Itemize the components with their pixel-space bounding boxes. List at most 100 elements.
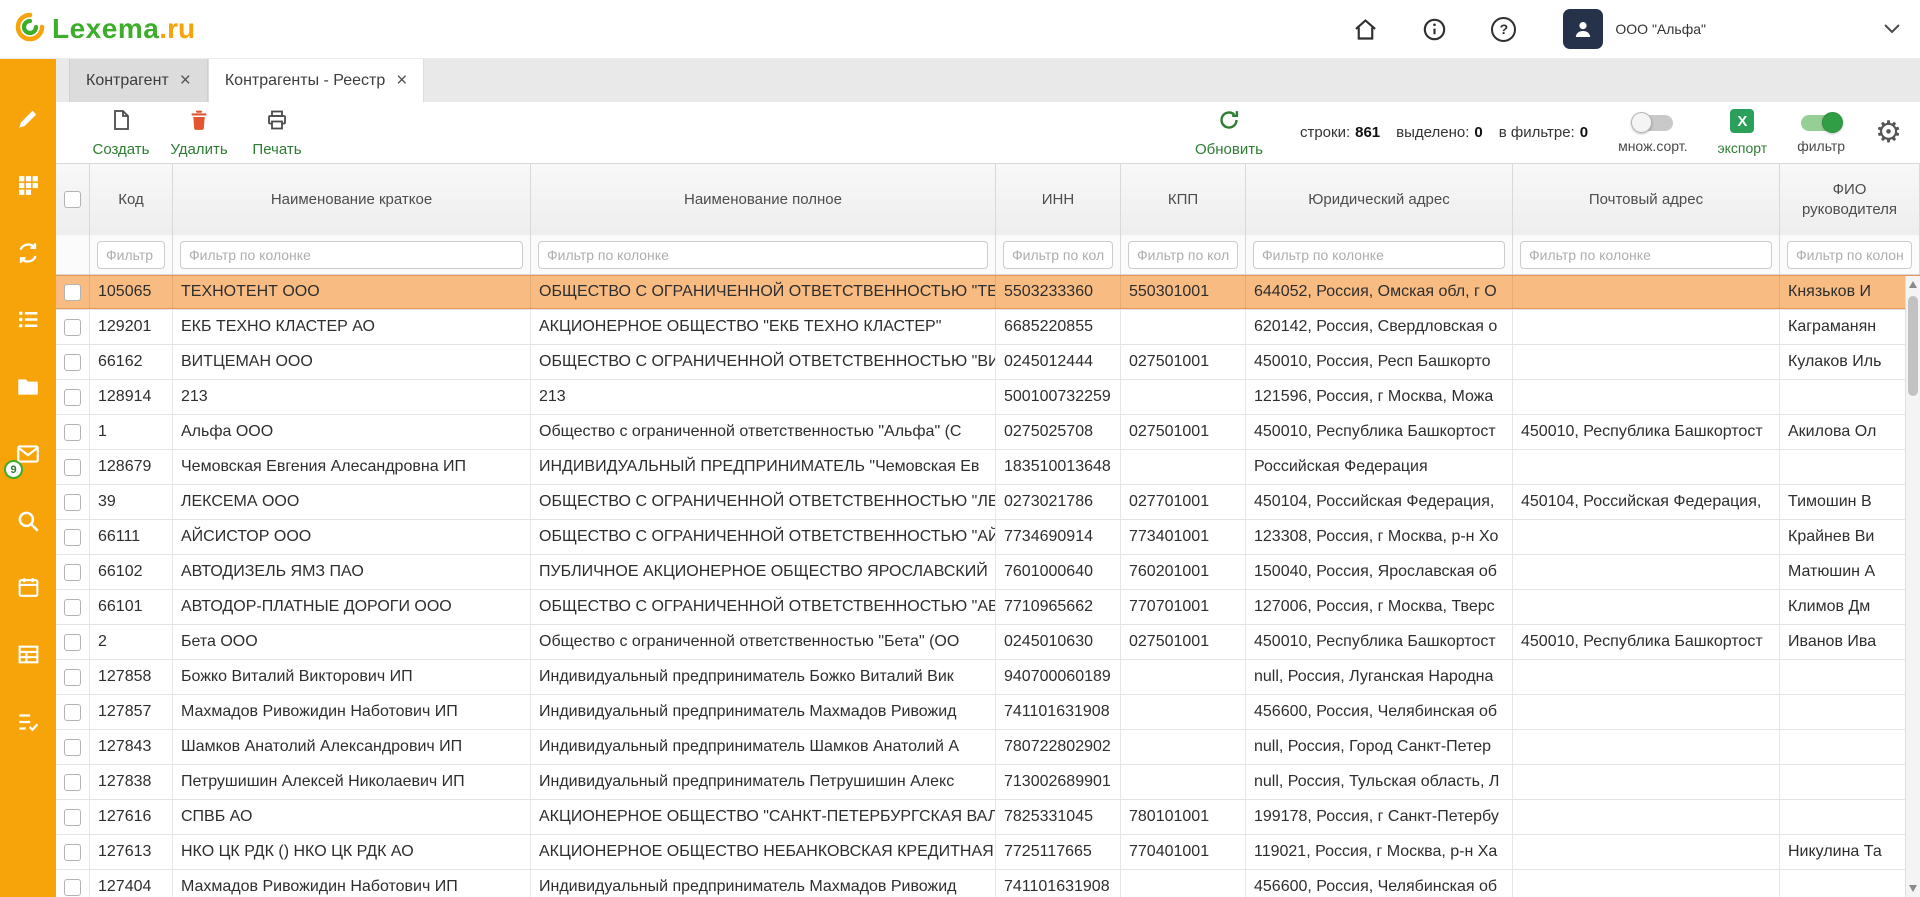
row-checkbox[interactable]: [64, 704, 81, 721]
row-checkbox[interactable]: [64, 529, 81, 546]
row-checkbox[interactable]: [64, 844, 81, 861]
checklist-icon[interactable]: [0, 708, 56, 735]
col-header-short-name[interactable]: Наименование краткое: [173, 164, 531, 235]
scroll-down-icon[interactable]: [1909, 885, 1917, 892]
row-checkbox[interactable]: [64, 284, 81, 301]
table-body: 105065 ТЕХНОТЕНТ ООО ОБЩЕСТВО С ОГРАНИЧЕ…: [56, 275, 1920, 897]
delete-button[interactable]: Удалить: [160, 108, 238, 158]
row-checkbox-cell: [56, 485, 90, 519]
toggle-on-icon[interactable]: [1801, 115, 1841, 131]
logo-text: Lexema: [52, 13, 159, 44]
row-checkbox[interactable]: [64, 774, 81, 791]
filter-input-kpp[interactable]: [1128, 241, 1238, 269]
row-checkbox[interactable]: [64, 669, 81, 686]
sync-icon[interactable]: [0, 239, 56, 266]
table-row[interactable]: 127857 Махмадов Ривожидин Наботович ИП И…: [56, 695, 1920, 730]
modules-grid-icon[interactable]: [0, 172, 56, 199]
filter-input-postal-address[interactable]: [1520, 241, 1772, 269]
export-button[interactable]: X экспорт: [1718, 109, 1768, 156]
table-row[interactable]: 127613 НКО ЦК РДК () НКО ЦК РДК АО АКЦИО…: [56, 835, 1920, 870]
folder-icon[interactable]: [0, 373, 56, 400]
cell-fio: Климов Дм: [1780, 590, 1920, 624]
lexema-logo[interactable]: Lexema.ru: [14, 11, 195, 48]
tab-kontragent[interactable]: Контрагент ×: [69, 59, 208, 102]
table-row[interactable]: 105065 ТЕХНОТЕНТ ООО ОБЩЕСТВО С ОГРАНИЧЕ…: [56, 275, 1920, 310]
table-row[interactable]: 66102 АВТОДИЗЕЛЬ ЯМЗ ПАО ПУБЛИЧНОЕ АКЦИО…: [56, 555, 1920, 590]
cell-full-name: ОБЩЕСТВО С ОГРАНИЧЕННОЙ ОТВЕТСТВЕННОСТЬЮ…: [531, 520, 996, 554]
col-header-fio[interactable]: ФИО руководителя: [1780, 164, 1920, 235]
toggle-off-icon[interactable]: [1633, 115, 1673, 131]
search-icon[interactable]: [0, 507, 56, 534]
row-checkbox[interactable]: [64, 319, 81, 336]
filter-toggle[interactable]: фильтр: [1797, 111, 1845, 154]
table-row[interactable]: 127838 Петрушишин Алексей Николаевич ИП …: [56, 765, 1920, 800]
scroll-up-icon[interactable]: [1909, 281, 1917, 288]
help-icon[interactable]: ?: [1490, 16, 1517, 43]
list-icon[interactable]: [0, 306, 56, 333]
table-row[interactable]: 127858 Божко Виталий Викторович ИП Индив…: [56, 660, 1920, 695]
table-row[interactable]: 127404 Махмадов Ривожидин Наботович ИП И…: [56, 870, 1920, 897]
vertical-scrollbar[interactable]: [1905, 276, 1920, 897]
cell-fio: Никулина Та: [1780, 835, 1920, 869]
table-row[interactable]: 128914 213 213 500100732259 121596, Росс…: [56, 380, 1920, 415]
filter-input-short-name[interactable]: [180, 241, 523, 269]
cell-fio: Кулаков Иль: [1780, 345, 1920, 379]
row-checkbox[interactable]: [64, 739, 81, 756]
table-row[interactable]: 2 Бета ООО Общество с ограниченной ответ…: [56, 625, 1920, 660]
row-checkbox[interactable]: [64, 424, 81, 441]
multisort-toggle[interactable]: множ.сорт.: [1618, 111, 1687, 154]
row-checkbox[interactable]: [64, 599, 81, 616]
tab-close-icon[interactable]: ×: [396, 71, 407, 90]
table-row[interactable]: 129201 ЕКБ ТЕХНО КЛАСТЕР АО АКЦИОНЕРНОЕ …: [56, 310, 1920, 345]
row-checkbox[interactable]: [64, 879, 81, 896]
table-row[interactable]: 128679 Чемовская Евгения Алесандровна ИП…: [56, 450, 1920, 485]
table-row[interactable]: 127843 Шамков Анатолий Александрович ИП …: [56, 730, 1920, 765]
table-row[interactable]: 39 ЛЕКСЕМА ООО ОБЩЕСТВО С ОГРАНИЧЕННОЙ О…: [56, 485, 1920, 520]
row-checkbox[interactable]: [64, 809, 81, 826]
row-checkbox[interactable]: [64, 389, 81, 406]
calendar-icon[interactable]: [0, 574, 56, 601]
refresh-button[interactable]: Обновить: [1188, 108, 1270, 158]
cell-code: 127838: [90, 765, 173, 799]
info-icon[interactable]: [1421, 16, 1448, 43]
create-button[interactable]: Создать: [82, 108, 160, 158]
home-icon[interactable]: [1352, 16, 1379, 43]
table-row[interactable]: 66101 АВТОДОР-ПЛАТНЫЕ ДОРОГИ ООО ОБЩЕСТВ…: [56, 590, 1920, 625]
row-checkbox[interactable]: [64, 634, 81, 651]
table-row[interactable]: 66162 ВИТЦЕМАН ООО ОБЩЕСТВО С ОГРАНИЧЕНН…: [56, 345, 1920, 380]
print-button[interactable]: Печать: [238, 108, 316, 158]
scrollbar-thumb[interactable]: [1908, 296, 1918, 396]
gear-icon[interactable]: ⚙: [1875, 118, 1902, 148]
filter-input-legal-address[interactable]: [1253, 241, 1505, 269]
col-header-code[interactable]: Код: [90, 164, 173, 235]
tab-kontragenty-reestr[interactable]: Контрагенты - Реестр ×: [208, 59, 425, 102]
table-row[interactable]: 127616 СПВБ АО АКЦИОНЕРНОЕ ОБЩЕСТВО "САН…: [56, 800, 1920, 835]
chevron-down-icon[interactable]: [1882, 22, 1902, 41]
pencil-icon[interactable]: [0, 105, 56, 132]
table-row[interactable]: 1 Альфа ООО Общество с ограниченной отве…: [56, 415, 1920, 450]
row-checkbox[interactable]: [64, 494, 81, 511]
col-header-inn[interactable]: ИНН: [996, 164, 1121, 235]
row-checkbox[interactable]: [64, 564, 81, 581]
filter-input-fio[interactable]: [1787, 241, 1912, 269]
col-header-postal-address[interactable]: Почтовый адрес: [1513, 164, 1780, 235]
user-menu[interactable]: ООО "Альфа": [1563, 9, 1706, 49]
tab-close-icon[interactable]: ×: [180, 71, 191, 90]
cell-postal-address: [1513, 730, 1780, 764]
cell-full-name: Общество с ограниченной ответственностью…: [531, 415, 996, 449]
table-row[interactable]: 66111 АЙСИСТОР ООО ОБЩЕСТВО С ОГРАНИЧЕНН…: [56, 520, 1920, 555]
cell-code: 2: [90, 625, 173, 659]
select-all-checkbox[interactable]: [64, 191, 81, 208]
row-checkbox[interactable]: [64, 354, 81, 371]
col-header-legal-address[interactable]: Юридический адрес: [1246, 164, 1513, 235]
filter-input-inn[interactable]: [1003, 241, 1113, 269]
col-header-full-name[interactable]: Наименование полное: [531, 164, 996, 235]
mail-icon[interactable]: 9: [0, 440, 56, 467]
filter-input-code[interactable]: [97, 241, 165, 269]
col-header-kpp[interactable]: КПП: [1121, 164, 1246, 235]
cell-full-name: ОБЩЕСТВО С ОГРАНИЧЕННОЙ ОТВЕТСТВЕННОСТЬЮ…: [531, 485, 996, 519]
new-document-icon: [109, 108, 133, 137]
row-checkbox[interactable]: [64, 459, 81, 476]
table-edit-icon[interactable]: [0, 641, 56, 668]
filter-input-full-name[interactable]: [538, 241, 988, 269]
